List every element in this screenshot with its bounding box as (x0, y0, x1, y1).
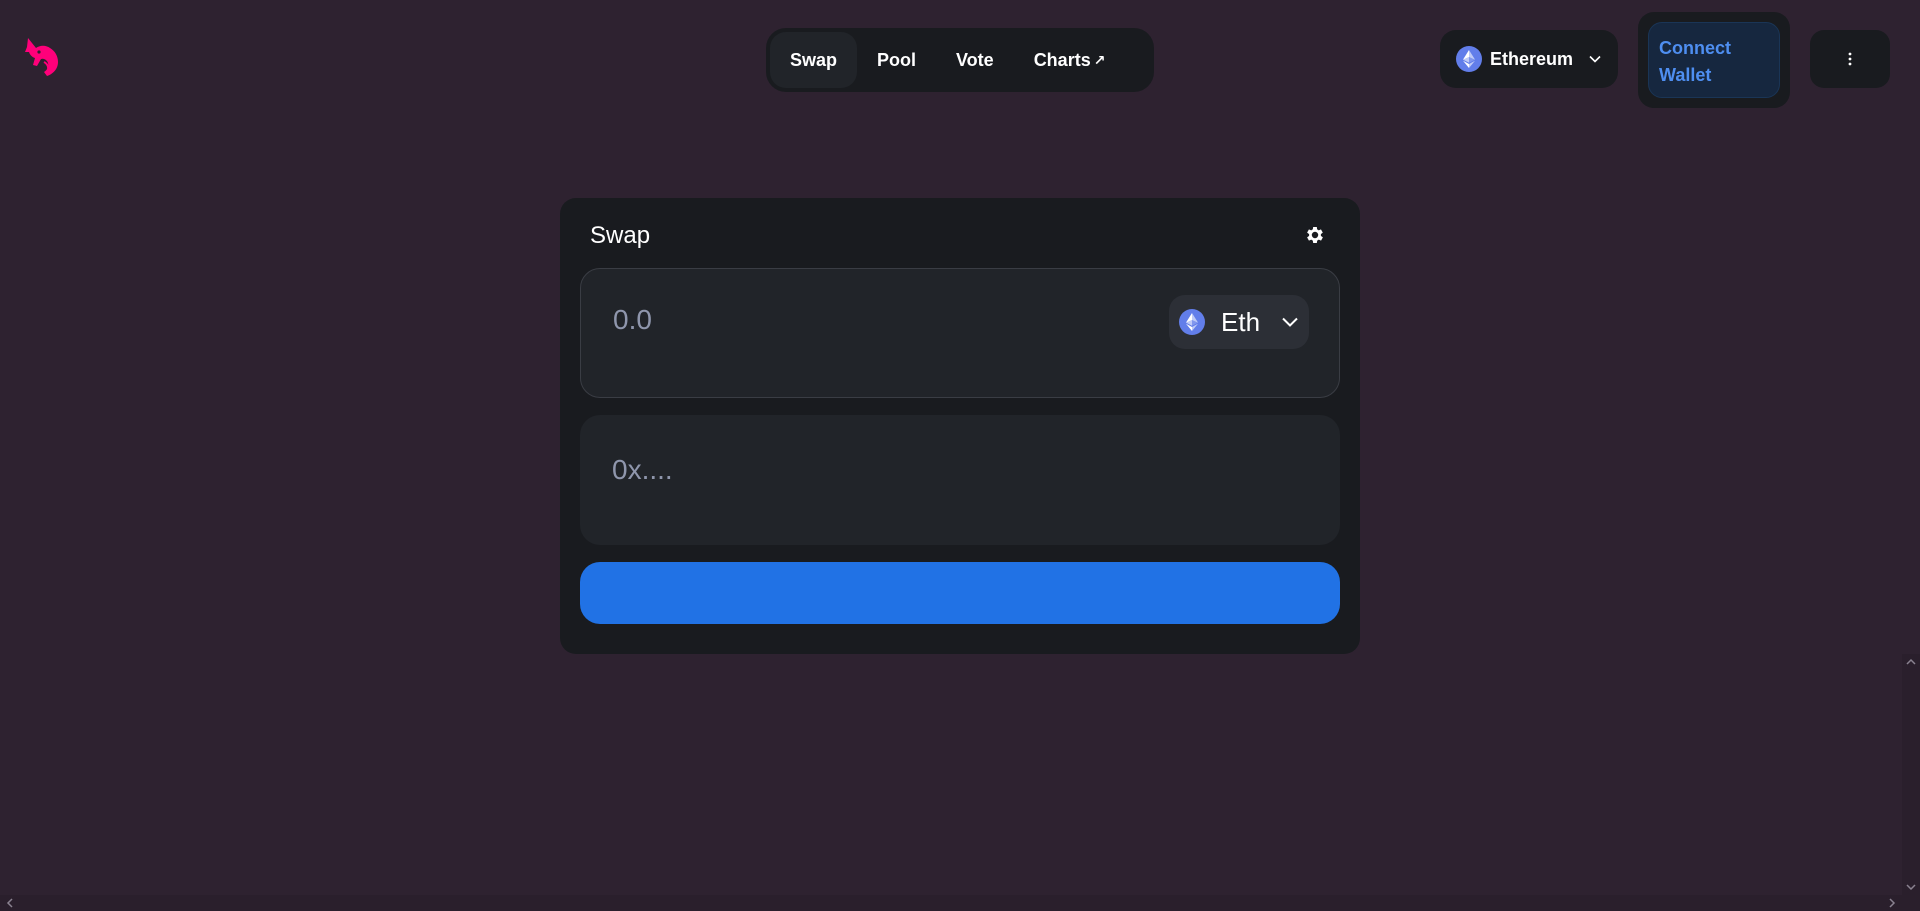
token-label: Eth (1221, 306, 1261, 337)
scroll-down-arrow-icon[interactable] (1905, 881, 1917, 893)
external-link-icon: ↗ (1093, 51, 1106, 68)
nav-pool-label: Pool (877, 49, 917, 70)
swap-submit-button[interactable] (580, 562, 1340, 624)
nav-charts-label: Charts (1033, 49, 1091, 70)
horizontal-scrollbar[interactable] (0, 895, 1920, 911)
address-field-container (580, 415, 1340, 545)
connect-wallet-button[interactable]: Connect Wallet (1648, 22, 1780, 98)
nav-charts[interactable]: Charts ↗ (1014, 32, 1126, 88)
scroll-left-arrow-icon[interactable] (4, 897, 16, 909)
scroll-up-arrow-icon[interactable] (1905, 656, 1917, 668)
recipient-address-input[interactable] (610, 449, 1214, 491)
app-page: Swap Pool Vote Charts ↗ Ethereum Connect… (0, 0, 1920, 911)
gear-icon[interactable] (1304, 224, 1326, 246)
amount-field-container: Eth (580, 268, 1340, 398)
nav-swap[interactable]: Swap (770, 32, 858, 88)
nav-vote[interactable]: Vote (936, 32, 1014, 88)
ethereum-icon (1456, 46, 1482, 72)
kebab-menu-icon (1848, 52, 1852, 66)
swap-card-title: Swap (590, 222, 651, 249)
chevron-down-icon (1589, 55, 1601, 63)
main-nav: Swap Pool Vote Charts ↗ (766, 28, 1154, 92)
chevron-down-icon (1282, 317, 1298, 327)
token-select-button[interactable]: Eth (1169, 295, 1309, 349)
amount-input[interactable] (611, 299, 1075, 341)
nav-pool[interactable]: Pool (857, 32, 936, 88)
uniswap-unicorn-icon[interactable] (22, 36, 62, 80)
connect-wallet-container: Connect Wallet (1638, 12, 1790, 108)
more-menu-button[interactable] (1810, 30, 1890, 88)
swap-card: Swap Eth (560, 198, 1360, 654)
nav-vote-label: Vote (956, 49, 994, 70)
nav-swap-label: Swap (790, 49, 838, 70)
network-label: Ethereum (1490, 48, 1574, 69)
network-selector[interactable]: Ethereum (1440, 30, 1618, 88)
ethereum-icon (1179, 309, 1205, 335)
vertical-scrollbar[interactable] (1902, 654, 1920, 895)
scroll-right-arrow-icon[interactable] (1886, 897, 1898, 909)
